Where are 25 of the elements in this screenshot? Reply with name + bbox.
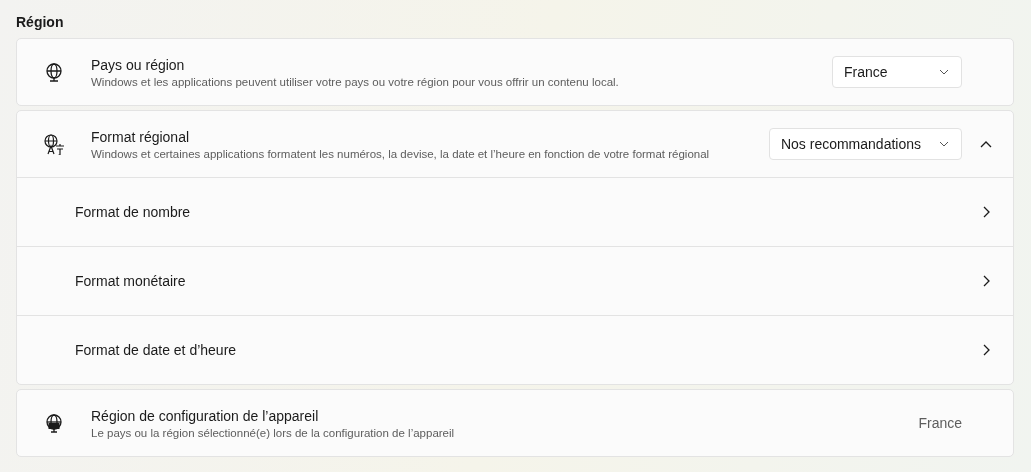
setting-title: Région de configuration de l’appareil: [91, 407, 320, 424]
chevron-right-icon: [982, 275, 990, 287]
setting-description: Windows et les applications peuvent utiliser votre pays ou votre région pour vous offrir un contenu local.: [91, 75, 620, 88]
settings-row[interactable]: Format monétaire: [17, 246, 1013, 315]
row-label: Format de nombre: [75, 204, 192, 220]
setting-description: Le pays ou la région sélectionné(e) lors de la configuration de l’appareil: [91, 426, 456, 439]
setting-title: Format régional: [91, 128, 191, 145]
chevron-down-icon: [939, 141, 949, 147]
settings-row[interactable]: Format de date et d’heure: [17, 315, 1013, 384]
language-icon: [43, 133, 65, 155]
row-label: Format de date et d’heure: [75, 342, 238, 358]
row-label: Format monétaire: [75, 273, 187, 289]
chevron-down-icon: [939, 69, 949, 75]
chevron-right-icon: [982, 344, 990, 356]
chevron-right-icon: [982, 206, 990, 218]
globe-monitor-icon: [44, 413, 64, 433]
country-dropdown[interactable]: France: [832, 56, 962, 88]
section-title: Région: [16, 14, 64, 30]
settings-row[interactable]: Format de nombre: [17, 177, 1013, 246]
setting-title: Pays ou région: [91, 56, 186, 73]
format-dropdown[interactable]: Nos recommandations: [768, 128, 962, 160]
globe-icon: [44, 62, 64, 82]
setting-description: Windows et certaines applications formatent les numéros, la devise, la date et l’heure en fonction de votre format régional: [91, 147, 711, 160]
value-text: France: [918, 415, 962, 431]
chevron-up-icon: [980, 140, 992, 148]
